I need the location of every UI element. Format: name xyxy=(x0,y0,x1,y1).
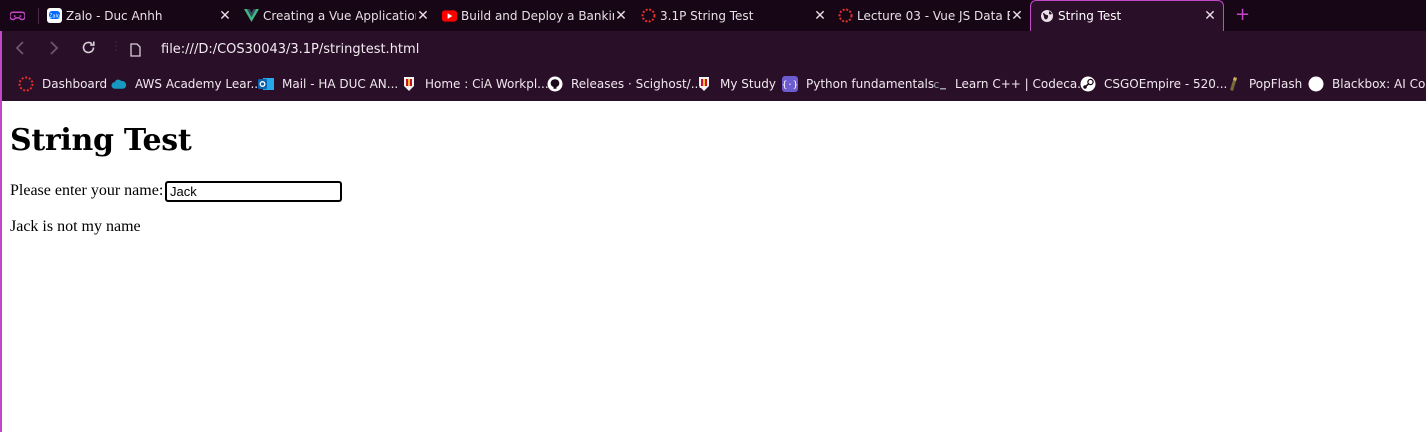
new-tab-button[interactable]: + xyxy=(1235,4,1250,25)
youtube-icon xyxy=(442,8,457,23)
reload-icon[interactable] xyxy=(81,40,96,59)
tab-vue[interactable]: Creating a Vue Application ✕ xyxy=(244,0,430,31)
address-bar[interactable]: file:///D:/COS30043/3.1P/stringtest.html xyxy=(161,42,419,57)
tab-strip: Zalo Zalo - Duc Anhh ✕ Creating a Vue Ap… xyxy=(0,0,1426,31)
bookmark-label: Learn C++ | Codeca... xyxy=(955,77,1089,91)
close-icon[interactable]: ✕ xyxy=(218,8,232,24)
canvas-icon xyxy=(641,8,656,23)
bookmark-label: Dashboard xyxy=(42,77,108,91)
blackbox-icon xyxy=(1308,76,1324,92)
svg-text:c: c xyxy=(933,78,940,91)
bookmark-label: Releases · Scighost/... xyxy=(571,77,703,91)
tab-game[interactable] xyxy=(10,0,34,31)
bookmark-csgoempire[interactable]: CSGOEmpire - 520... xyxy=(1080,75,1227,93)
bookmark-dashboard[interactable]: Dashboard xyxy=(18,75,107,93)
game-controller-icon xyxy=(10,8,25,23)
tab-lecture-03[interactable]: Lecture 03 - Vue JS Data Bi ✕ xyxy=(838,0,1024,31)
bookmark-label: Python fundamentals xyxy=(806,77,935,91)
bookmark-python-fundamentals[interactable]: {·} Python fundamentals xyxy=(782,75,934,93)
bookmark-cia-home[interactable]: Home : CiA Workpl... xyxy=(401,75,549,93)
close-icon[interactable]: ✕ xyxy=(614,8,628,24)
toolbar: ⋮ file:///D:/COS30043/3.1P/stringtest.ht… xyxy=(0,31,1426,68)
close-icon[interactable]: ✕ xyxy=(813,8,827,24)
close-icon[interactable]: ✕ xyxy=(416,8,430,24)
bookmark-mail[interactable]: Mail - HA DUC AN... xyxy=(258,75,398,93)
page-title: String Test xyxy=(10,123,192,158)
tab-title: Zalo - Duc Anhh xyxy=(66,8,163,23)
code-bracket-icon: {·} xyxy=(782,76,798,92)
bookmark-label: Blackbox: AI Code xyxy=(1332,77,1426,91)
tab-title: Creating a Vue Application xyxy=(263,8,416,23)
codecademy-icon: c xyxy=(931,76,947,92)
popflash-icon xyxy=(1225,76,1241,92)
bookmark-popflash[interactable]: PopFlash xyxy=(1225,75,1302,93)
forward-icon[interactable] xyxy=(48,40,60,59)
tab-youtube[interactable]: Build and Deploy a Banking ✕ xyxy=(442,0,628,31)
file-icon[interactable] xyxy=(130,42,141,61)
close-icon[interactable]: ✕ xyxy=(1010,8,1024,24)
tab-title: Lecture 03 - Vue JS Data Bi xyxy=(857,8,1010,23)
canvas-icon xyxy=(838,8,853,23)
tab-title: Build and Deploy a Banking xyxy=(461,8,614,23)
tab-zalo[interactable]: Zalo Zalo - Duc Anhh ✕ xyxy=(47,0,232,31)
vue-icon xyxy=(244,8,259,23)
svg-text:{·}: {·} xyxy=(782,81,798,91)
bookmark-releases[interactable]: Releases · Scighost/... xyxy=(547,75,702,93)
outlook-icon xyxy=(258,76,274,92)
result-message: Jack is not my name xyxy=(10,218,141,235)
back-icon[interactable] xyxy=(14,40,26,59)
bookmark-label: PopFlash xyxy=(1249,77,1303,91)
tab-title: String Test xyxy=(1058,9,1122,23)
cia-icon xyxy=(696,76,712,92)
tab-title: 3.1P String Test xyxy=(660,8,754,23)
bookmark-label: Mail - HA DUC AN... xyxy=(282,77,399,91)
salesforce-cloud-icon xyxy=(111,76,127,92)
bookmark-label: My Study xyxy=(720,77,776,91)
bookmark-aws-academy[interactable]: AWS Academy Lear... xyxy=(111,75,262,93)
bookmark-label: AWS Academy Lear... xyxy=(135,77,262,91)
svg-text:Zalo: Zalo xyxy=(49,14,60,20)
tab-string-test-canvas[interactable]: 3.1P String Test ✕ xyxy=(641,0,827,31)
steam-icon xyxy=(1080,76,1096,92)
bookmarks-bar: Dashboard AWS Academy Lear... Mail - HA … xyxy=(0,68,1426,101)
browser-chrome: Zalo Zalo - Duc Anhh ✕ Creating a Vue Ap… xyxy=(0,0,1426,101)
name-input[interactable] xyxy=(165,181,342,202)
close-icon[interactable]: ✕ xyxy=(1203,8,1217,24)
tab-string-test[interactable]: String Test ✕ xyxy=(1030,0,1224,31)
cia-icon xyxy=(401,76,417,92)
page-content: String Test Please enter your name: Jack… xyxy=(0,101,1426,432)
zalo-icon: Zalo xyxy=(47,8,62,23)
bookmark-blackbox[interactable]: Blackbox: AI Code xyxy=(1308,75,1426,93)
bookmark-my-study[interactable]: My Study xyxy=(696,75,776,93)
bookmark-learn-cpp[interactable]: c Learn C++ | Codeca... xyxy=(931,75,1089,93)
bookmark-label: Home : CiA Workpl... xyxy=(425,77,549,91)
name-prompt-label: Please enter your name: xyxy=(10,182,164,199)
canvas-icon xyxy=(18,76,34,92)
github-icon xyxy=(547,76,563,92)
globe-icon xyxy=(1039,9,1054,24)
bookmark-label: CSGOEmpire - 520... xyxy=(1104,77,1228,91)
toolbar-divider: ⋮ xyxy=(110,39,122,53)
